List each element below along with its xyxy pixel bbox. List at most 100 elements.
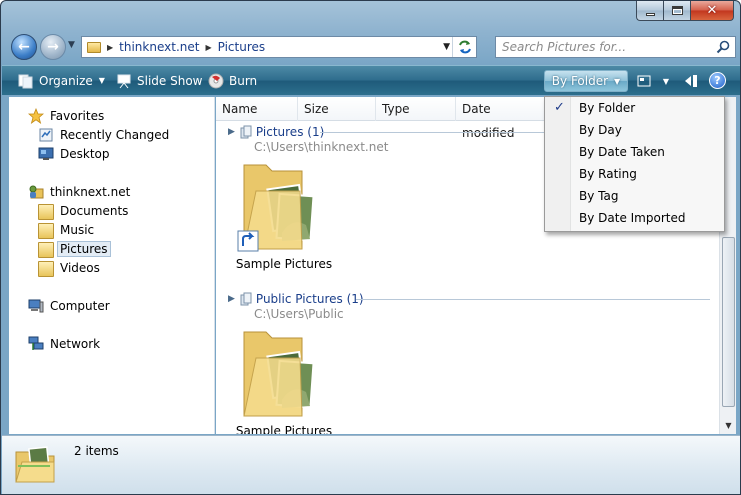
maximize-button[interactable]: [663, 1, 690, 21]
views-chevron-down-icon: ▼: [662, 76, 669, 86]
search-icon[interactable]: [716, 40, 730, 54]
views-button[interactable]: ▼: [631, 70, 675, 92]
videos-label: Videos: [60, 261, 100, 275]
navigation-pane: Favorites Recently Changed Desktop think…: [9, 97, 215, 434]
expand-triangle-icon[interactable]: ▶: [228, 294, 235, 304]
nav-user-folder[interactable]: thinknext.net: [28, 183, 130, 201]
group-header-public-pictures[interactable]: ▶ Public Pictures (1): [228, 291, 364, 307]
address-bar[interactable]: ▶ thinknext.net ▶ Pictures ▼: [81, 36, 477, 58]
folder-icon: [38, 223, 54, 239]
search-input[interactable]: [496, 37, 706, 57]
arrange-chevron-down-icon: ▼: [614, 76, 621, 86]
arrange-by-menu: ✓ By Folder By Day By Date Taken By Rati…: [544, 96, 725, 232]
breadcrumb-thinknext[interactable]: thinknext.net: [119, 40, 199, 54]
refresh-icon: [458, 40, 471, 54]
computer-label: Computer: [50, 299, 110, 313]
expand-triangle-icon[interactable]: ▶: [228, 127, 235, 137]
group-header-pictures[interactable]: ▶ Pictures (1): [228, 124, 324, 140]
documents-label: Documents: [60, 204, 129, 218]
recent-pages-chevron-down-icon[interactable]: ▼: [68, 40, 75, 50]
network-label: Network: [50, 337, 101, 351]
forward-button[interactable]: →: [40, 34, 66, 60]
menu-item-by-tag[interactable]: By Tag: [546, 185, 723, 207]
arrange-by-dropdown[interactable]: By Folder ▼: [544, 70, 628, 92]
details-pane: 2 items: [2, 435, 740, 494]
help-button[interactable]: ?: [709, 72, 726, 89]
folder-icon: [38, 261, 54, 277]
nav-videos[interactable]: Videos: [38, 259, 100, 277]
group-path-pictures: C:\Users\thinknext.net: [254, 140, 389, 154]
address-folder-icon: [87, 41, 101, 53]
address-history-chevron-down-icon[interactable]: ▼: [443, 42, 450, 52]
computer-icon: [28, 299, 44, 313]
burn-disc-icon: [208, 73, 224, 88]
nav-documents[interactable]: Documents: [38, 202, 128, 220]
pictures-folder-icon: [15, 446, 55, 483]
burn-button[interactable]: Burn: [208, 66, 257, 95]
column-name[interactable]: Name: [216, 97, 298, 121]
back-button[interactable]: ←: [11, 34, 37, 60]
recently-changed-label: Recently Changed: [60, 128, 170, 142]
breadcrumb-separator-icon[interactable]: ▶: [205, 43, 211, 52]
command-toolbar: Organize ▼ Slide Show Burn By Folder ▼ ▼…: [2, 65, 740, 95]
nav-pictures[interactable]: Pictures: [38, 240, 111, 258]
library-icon: [240, 125, 252, 139]
menu-item-by-date-taken[interactable]: By Date Taken: [546, 141, 723, 163]
menu-item-by-day[interactable]: By Day: [546, 119, 723, 141]
close-icon: ✕: [706, 3, 718, 18]
preview-pane-button[interactable]: [682, 71, 700, 91]
nav-network[interactable]: Network: [28, 335, 100, 353]
desktop-icon: [38, 147, 54, 160]
organize-chevron-down-icon: ▼: [98, 76, 105, 85]
recently-changed-icon: [39, 128, 53, 142]
organize-button[interactable]: Organize ▼: [18, 66, 105, 95]
nav-computer[interactable]: Computer: [28, 297, 110, 315]
nav-desktop[interactable]: Desktop: [38, 145, 110, 163]
folder-icon: [38, 242, 54, 258]
back-arrow-icon: ←: [18, 39, 30, 55]
menu-item-label: By Rating: [579, 167, 637, 181]
scrollbar-thumb[interactable]: [722, 237, 735, 407]
scroll-down-arrow-icon[interactable]: ▼: [722, 418, 735, 432]
library-icon: [240, 292, 252, 306]
column-type[interactable]: Type: [376, 97, 456, 121]
minimize-button[interactable]: [636, 1, 663, 21]
checkmark-icon: ✓: [554, 100, 565, 115]
user-folder-icon: [29, 185, 44, 199]
nav-music[interactable]: Music: [38, 221, 94, 239]
menu-item-label: By Date Taken: [579, 145, 665, 159]
user-folder-label: thinknext.net: [50, 185, 131, 199]
views-icon: [637, 75, 651, 87]
column-size[interactable]: Size: [298, 97, 376, 121]
menu-item-label: By Folder: [579, 101, 636, 115]
star-icon: [28, 108, 44, 124]
arrange-by-label: By Folder: [551, 74, 609, 88]
close-button[interactable]: ✕: [690, 1, 734, 21]
burn-label: Burn: [229, 73, 258, 88]
nav-favorites[interactable]: Favorites: [28, 107, 104, 125]
slideshow-icon: [117, 74, 131, 88]
slideshow-button[interactable]: Slide Show: [116, 66, 202, 95]
menu-item-by-date-imported[interactable]: By Date Imported: [546, 207, 723, 229]
caption-buttons: ✕: [636, 1, 734, 21]
sample-pictures-label[interactable]: Sample Pictures: [224, 257, 344, 271]
sample-pictures-folder-icon[interactable]: [236, 157, 326, 257]
public-sample-pictures-label[interactable]: Sample Pictures: [224, 424, 344, 434]
nav-recently-changed[interactable]: Recently Changed: [38, 126, 169, 144]
slideshow-label: Slide Show: [137, 73, 203, 88]
breadcrumb-separator-icon[interactable]: ▶: [107, 43, 113, 52]
menu-item-by-folder[interactable]: ✓ By Folder: [546, 97, 723, 119]
menu-item-by-rating[interactable]: By Rating: [546, 163, 723, 185]
menu-item-label: By Date Imported: [579, 211, 686, 225]
column-date-modified[interactable]: Date modified: [456, 97, 546, 140]
public-sample-pictures-folder-icon[interactable]: [236, 324, 326, 424]
search-box[interactable]: [495, 36, 736, 58]
group-title-pictures: Pictures (1): [255, 125, 325, 139]
help-icon: ?: [714, 74, 721, 87]
breadcrumb-pictures[interactable]: Pictures: [218, 40, 266, 54]
refresh-button[interactable]: [452, 37, 476, 57]
favorites-label: Favorites: [50, 109, 105, 123]
folder-icon: [38, 204, 54, 220]
menu-item-label: By Tag: [579, 189, 619, 203]
navigation-row: ← → ▼ ▶ thinknext.net ▶ Pictures ▼: [9, 31, 736, 63]
